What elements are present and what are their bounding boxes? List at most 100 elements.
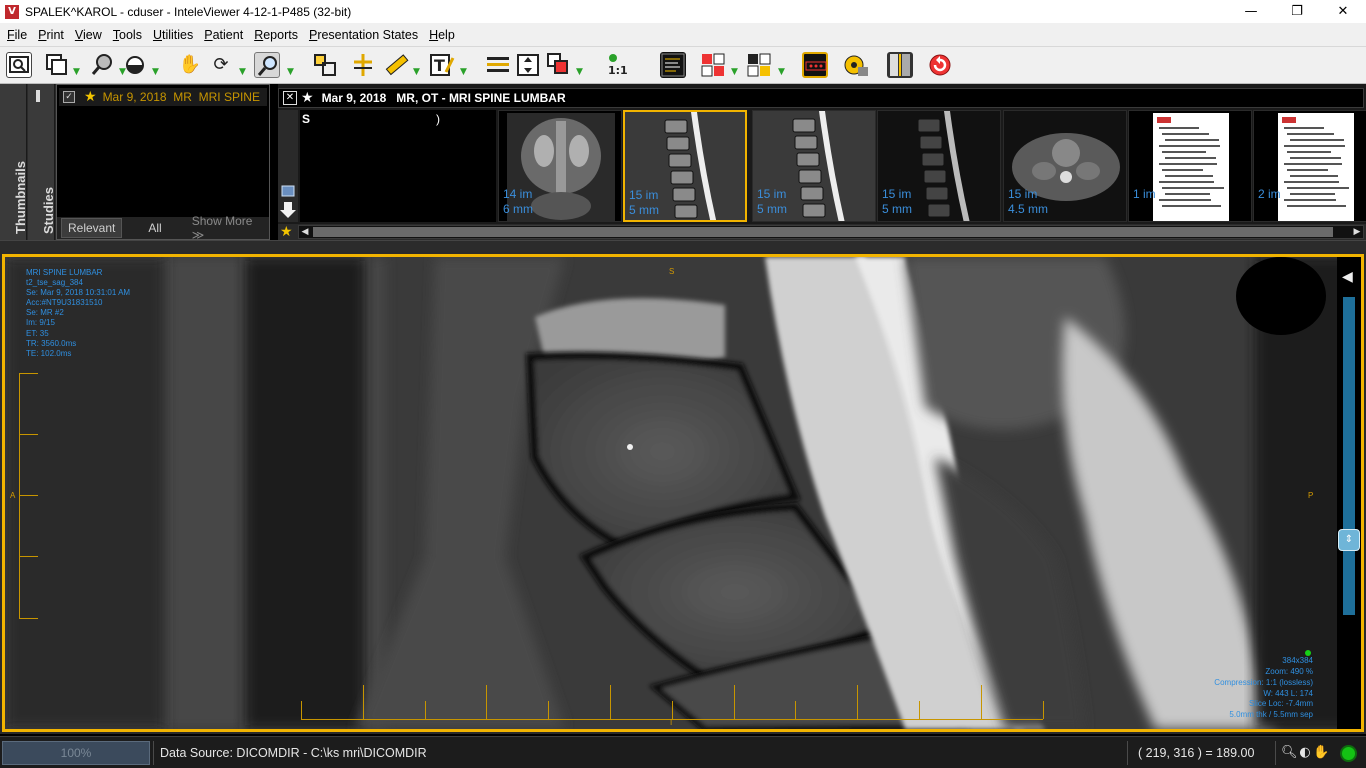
- layout-grid-dropdown-icon[interactable]: ▼: [731, 67, 739, 77]
- series-thumbnail[interactable]: 14 im 6 mm: [498, 110, 622, 222]
- series-layout-icon[interactable]: [746, 52, 772, 78]
- maximize-button[interactable]: ❐: [1274, 0, 1320, 23]
- rotate-icon[interactable]: ⟳: [208, 52, 234, 78]
- star-icon[interactable]: ★: [280, 224, 293, 240]
- slice-align-icon[interactable]: [485, 52, 511, 78]
- series-label-suffix: ): [436, 112, 440, 126]
- cine-icon[interactable]: [802, 52, 828, 78]
- search-screen-icon[interactable]: [6, 52, 32, 78]
- text-annotation-icon[interactable]: T: [429, 52, 455, 78]
- series-link-icon[interactable]: [546, 52, 572, 78]
- series-thumbnail[interactable]: 15 im 5 mm: [752, 110, 876, 222]
- text-annotation-dropdown-icon[interactable]: ▼: [460, 67, 468, 77]
- study-checkbox[interactable]: ✓: [63, 91, 75, 103]
- star-icon[interactable]: ★: [84, 89, 97, 105]
- tab-studies[interactable]: Studies: [28, 84, 56, 240]
- pan-tool-icon[interactable]: ✋: [1313, 745, 1329, 761]
- series-thumbnail[interactable]: 1 im: [1128, 110, 1252, 222]
- menu-utilities[interactable]: Utilities: [149, 28, 197, 42]
- svg-text:1:1: 1:1: [608, 64, 628, 77]
- menu-reports[interactable]: Reports: [250, 28, 302, 42]
- status-separator: [1127, 741, 1128, 765]
- overlay-line: Acc:#NT9U31831510: [26, 298, 103, 308]
- series-thumbnail[interactable]: 2 im: [1253, 110, 1366, 222]
- star-icon[interactable]: ★: [301, 90, 314, 106]
- zoom-dropdown-icon[interactable]: ▼: [287, 67, 295, 77]
- rotate-dropdown-icon[interactable]: ▼: [239, 67, 247, 77]
- crosshair-icon[interactable]: [350, 52, 376, 78]
- window-level-tool-icon[interactable]: ◐: [1297, 745, 1313, 761]
- mri-image: [5, 257, 1361, 729]
- window-level-dropdown-icon[interactable]: ▼: [152, 67, 160, 77]
- horizontal-scale-ruler: [301, 685, 1044, 720]
- image-viewport[interactable]: MRI SPINE LUMBAR t2_tse_sag_384 Se: Mar 9,…: [2, 254, 1364, 732]
- actual-size-icon[interactable]: 1:1: [605, 52, 633, 78]
- menu-file[interactable]: File: [3, 28, 31, 42]
- menu-presentation-states[interactable]: Presentation States: [305, 28, 422, 42]
- menu-view[interactable]: View: [71, 28, 106, 42]
- image-info-icon[interactable]: [660, 52, 686, 78]
- zoom-icon[interactable]: [254, 52, 280, 78]
- connection-status-icon[interactable]: [1340, 745, 1357, 762]
- stack-scroll-icon[interactable]: [515, 52, 541, 78]
- study-row-text: Mar 9, 2018 MR MRI SPINE: [103, 90, 260, 104]
- ruler-tick: [424, 701, 426, 719]
- pixel-value-readout: ( 219, 316 ) = 189.00: [1138, 746, 1255, 760]
- pan-hand-icon[interactable]: ✋: [177, 52, 203, 78]
- series-thumbnail[interactable]: 15 im 5 mm: [623, 110, 747, 222]
- zoom-tool-icon[interactable]: 🔍︎: [1281, 745, 1298, 761]
- toolbar: ▼ ▼ ▼ ✋ ⟳ ▼ ▼ ▼ T ▼ ▼ 1:1 ▼ ▼: [0, 47, 1366, 84]
- ruler-icon[interactable]: [383, 52, 409, 78]
- series-thumbnail[interactable]: 15 im 4.5 mm: [1003, 110, 1127, 222]
- close-button[interactable]: ✕: [1320, 0, 1366, 23]
- menu-patient[interactable]: Patient: [200, 28, 247, 42]
- copy-layout-dropdown-icon[interactable]: ▼: [73, 67, 81, 77]
- overlay-line: MRI SPINE LUMBAR: [26, 268, 103, 277]
- ruler-dropdown-icon[interactable]: ▼: [413, 67, 421, 77]
- overlay-line: ET: 35: [26, 328, 49, 338]
- image-scroll-knob-icon[interactable]: ⇕: [1338, 529, 1360, 551]
- crop-select-icon[interactable]: [312, 52, 338, 78]
- filter-relevant[interactable]: Relevant: [61, 218, 123, 238]
- image-params-overlay: 384x384 Zoom: 490 % Compression: 1:1 (loss…: [1214, 656, 1313, 721]
- menu-help[interactable]: Help: [425, 28, 459, 42]
- close-study-icon[interactable]: ✕: [283, 91, 297, 105]
- series-scroll-thumb[interactable]: [313, 227, 1333, 237]
- viewport-scrollbar[interactable]: ◀ ⇕: [1337, 257, 1361, 729]
- copy-layout-icon[interactable]: [44, 52, 70, 78]
- data-source-text: Data Source: DICOMDIR - C:\ks mri\DICOMD…: [160, 746, 427, 760]
- pin-icon[interactable]: [36, 90, 40, 102]
- menu-tools[interactable]: Tools: [109, 28, 146, 42]
- series-link-dropdown-icon[interactable]: ▼: [576, 67, 584, 77]
- filter-all[interactable]: All: [142, 219, 167, 237]
- mpr-icon[interactable]: [843, 52, 869, 78]
- panel-divider[interactable]: [0, 240, 1366, 252]
- series-scrollbar[interactable]: ★ ◀ ▶: [278, 224, 1366, 240]
- ruler-tick: [548, 701, 550, 719]
- overlay-line: 5.0mm thk / 5.5mm sep: [1229, 710, 1313, 720]
- image-viewer: MRI SPINE LUMBAR t2_tse_sag_384 Se: Mar 9,…: [0, 252, 1366, 734]
- scroll-right-icon[interactable]: ▶: [1351, 226, 1363, 238]
- minimize-button[interactable]: —: [1228, 0, 1274, 23]
- thumbnail-image-count: 15 im: [629, 188, 659, 202]
- layout-grid-icon[interactable]: [700, 52, 726, 78]
- overlay-line: TE: 102.0ms: [26, 348, 72, 358]
- image-scroll-track[interactable]: [1343, 297, 1355, 615]
- study-row[interactable]: ✓ ★ Mar 9, 2018 MR MRI SPINE: [59, 88, 267, 106]
- orientation-left: A: [10, 491, 16, 500]
- window-level-icon[interactable]: [122, 52, 148, 78]
- collapse-panel-icon[interactable]: ◀: [1342, 269, 1353, 285]
- exit-icon[interactable]: [927, 52, 953, 78]
- series-thumbnail[interactable]: 15 im 5 mm: [877, 110, 1001, 222]
- series-strip: ✕ ★ Mar 9, 2018 MR, OT - MRI SPINE LUMBA…: [278, 84, 1366, 240]
- magnifier-icon[interactable]: [90, 52, 116, 78]
- menu-print[interactable]: Print: [34, 28, 68, 42]
- series-label: S ): [300, 110, 496, 222]
- compare-icon[interactable]: [887, 52, 913, 78]
- tab-thumbnails[interactable]: Thumbnails: [0, 84, 28, 240]
- thumbnail-slice-thickness: 6 mm: [503, 202, 533, 216]
- series-scroll-track[interactable]: ◀ ▶: [298, 225, 1364, 239]
- status-bar: 100% Data Source: DICOMDIR - C:\ks mri\D…: [0, 736, 1366, 768]
- series-layout-dropdown-icon[interactable]: ▼: [778, 67, 786, 77]
- scroll-left-icon[interactable]: ◀: [299, 226, 311, 238]
